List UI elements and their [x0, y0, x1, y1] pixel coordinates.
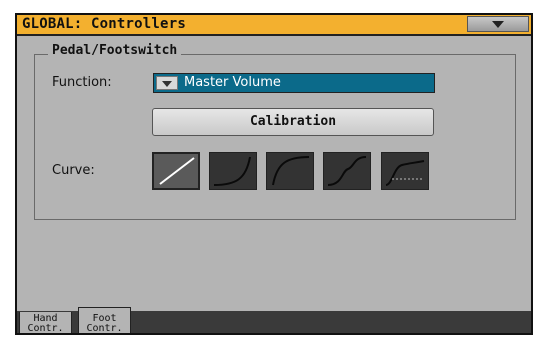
switch-curve-icon[interactable] — [381, 152, 429, 190]
chevron-down-icon — [492, 21, 504, 28]
exponential-curve-icon[interactable] — [209, 152, 257, 190]
curve-label: Curve: — [52, 163, 95, 178]
title-bar: GLOBAL: Controllers — [17, 15, 531, 36]
function-select[interactable]: Master Volume — [153, 73, 435, 93]
linear-curve-icon[interactable] — [152, 152, 200, 190]
function-value: Master Volume — [184, 75, 281, 90]
calibration-button[interactable]: Calibration — [152, 108, 434, 136]
function-label: Function: — [52, 75, 112, 90]
group-title: Pedal/Footswitch — [48, 43, 182, 58]
page-menu-button[interactable] — [467, 16, 529, 32]
logarithmic-curve-icon[interactable] — [266, 152, 314, 190]
s-curve-icon[interactable] — [323, 152, 371, 190]
dropdown-arrow-icon[interactable] — [156, 76, 178, 90]
page-title: GLOBAL: Controllers — [22, 16, 186, 32]
tab-hand-line2: Contr. — [27, 323, 64, 334]
tab-foot-controllers[interactable]: Foot Contr. — [78, 307, 131, 334]
controllers-screen: GLOBAL: Controllers Pedal/Footswitch Fun… — [15, 13, 533, 335]
tab-foot-line2: Contr. — [86, 323, 123, 334]
tab-hand-controllers[interactable]: Hand Contr. — [19, 312, 72, 334]
